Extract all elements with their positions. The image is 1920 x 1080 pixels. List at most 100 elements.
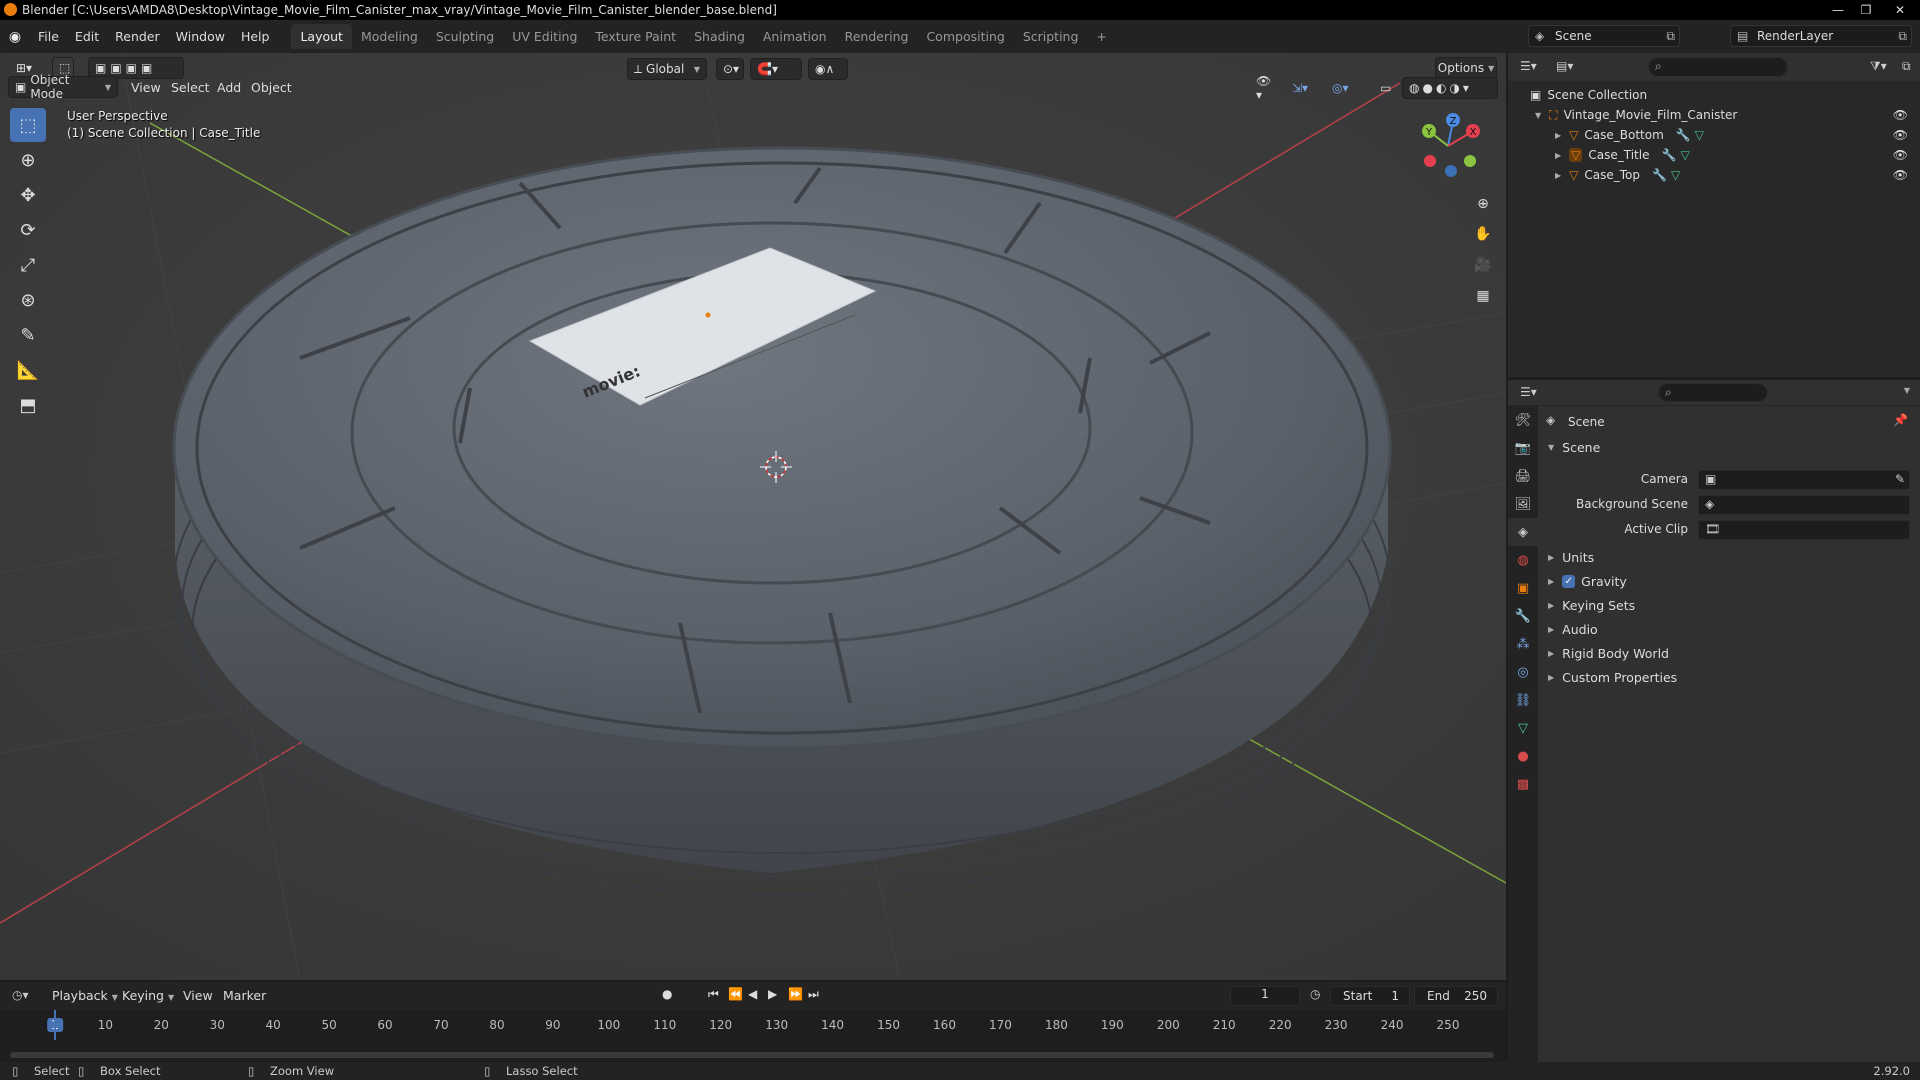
visibility-dropdown[interactable]: 👁▾	[1250, 74, 1280, 102]
keying-sets-panel-header[interactable]: ▶ Keying Sets	[1548, 598, 1635, 613]
tool-tab-icon[interactable]: 🛠	[1508, 406, 1538, 434]
timeline-scrollbar[interactable]	[10, 1052, 1494, 1058]
custom-properties-panel-header[interactable]: ▶ Custom Properties	[1548, 670, 1677, 685]
outliner-search-input[interactable]: ⌕	[1648, 57, 1788, 77]
modifier-tab-icon[interactable]: 🔧	[1508, 602, 1538, 630]
expand-arrow-icon[interactable]: ▶	[1555, 171, 1561, 180]
display-mode-icon[interactable]: ▤▾	[1556, 59, 1573, 73]
timeline-menu-keying[interactable]: Keying ▼	[122, 988, 174, 1003]
cursor-tool-icon[interactable]: ⊕	[10, 143, 46, 177]
timeline-ruler[interactable]: 1102030405060708090100110120130140150160…	[0, 1010, 1506, 1062]
camera-view-icon[interactable]: 🎥	[1470, 252, 1496, 278]
overlays-toggle[interactable]: ◎▾	[1326, 77, 1366, 99]
tab-scripting[interactable]: Scripting	[1014, 24, 1088, 49]
playhead[interactable]	[54, 1010, 56, 1040]
texture-tab-icon[interactable]: ▩	[1508, 770, 1538, 798]
minimize-button[interactable]: —	[1824, 0, 1852, 20]
tab-sculpting[interactable]: Sculpting	[427, 24, 503, 49]
view-layer-tab-icon[interactable]: 🖼	[1508, 490, 1538, 518]
expand-arrow-icon[interactable]: ▶	[1555, 131, 1561, 140]
background-scene-field[interactable]: ◈	[1698, 495, 1910, 515]
play-icon[interactable]: ▶	[768, 987, 777, 1001]
menu-help[interactable]: Help	[233, 29, 278, 44]
zoom-icon[interactable]: ⊕	[1470, 191, 1496, 217]
gizmo-toggle[interactable]: ⇲▾	[1286, 77, 1320, 99]
tab-texture-paint[interactable]: Texture Paint	[586, 24, 685, 49]
move-tool-icon[interactable]: ✥	[10, 178, 46, 212]
pivot-point-button[interactable]: ⊙▾	[716, 58, 744, 80]
world-tab-icon[interactable]: ◍	[1508, 546, 1538, 574]
stopwatch-icon[interactable]: ◷	[1310, 987, 1320, 1001]
pan-hand-icon[interactable]: ✋	[1470, 221, 1496, 247]
expand-arrow-icon[interactable]: ▶	[1555, 151, 1561, 160]
scene-tab-icon[interactable]: ◈	[1508, 518, 1538, 546]
maximize-button[interactable]: ❐	[1852, 0, 1880, 20]
timeline-editor[interactable]: ◷▾ Playback ▼ Keying ▼ View Marker ● ⏮ ⏪…	[0, 982, 1506, 1062]
menu-render[interactable]: Render	[107, 29, 168, 44]
measure-tool-icon[interactable]: 📐	[10, 353, 46, 387]
viewport-menu-add[interactable]: Add	[217, 80, 241, 95]
visibility-eye-icon[interactable]: 👁	[1893, 148, 1908, 162]
outliner-scene-collection[interactable]: ▣ Scene Collection	[1508, 85, 1920, 105]
filter-icon[interactable]: ⧩▾	[1870, 59, 1887, 74]
outliner-object-row[interactable]: ▶ ▽ Case_Top 🔧 ▽ 👁	[1508, 165, 1920, 185]
outliner-collection-row[interactable]: ▼ ⛶ Vintage_Movie_Film_Canister 👁	[1508, 105, 1920, 125]
jump-end-icon[interactable]: ⏭	[808, 987, 819, 1002]
gravity-checkbox[interactable]: ✓	[1562, 575, 1576, 588]
output-tab-icon[interactable]: 🖨	[1508, 462, 1538, 490]
tab-shading[interactable]: Shading	[685, 24, 754, 49]
outliner-object-row[interactable]: ▶ ▽ Case_Bottom 🔧 ▽ 👁	[1508, 125, 1920, 145]
snap-button[interactable]: 🧲▾	[750, 58, 802, 80]
timeline-editor-icon[interactable]: ◷▾	[12, 988, 29, 1002]
record-button-icon[interactable]: ●	[662, 987, 672, 1001]
close-button[interactable]: ✕	[1880, 0, 1920, 20]
chevron-down-icon[interactable]: ▼	[1904, 386, 1910, 395]
tab-compositing[interactable]: Compositing	[917, 24, 1013, 49]
options-dropdown[interactable]: Options ▼	[1435, 57, 1497, 79]
scale-tool-icon[interactable]: ⤢	[10, 248, 46, 282]
new-collection-icon[interactable]: ⧉	[1902, 59, 1911, 74]
tab-rendering[interactable]: Rendering	[836, 24, 918, 49]
current-frame-field[interactable]: 1	[1230, 986, 1300, 1006]
rigid-body-world-panel-header[interactable]: ▶ Rigid Body World	[1548, 646, 1669, 661]
play-reverse-icon[interactable]: ◀	[748, 987, 757, 1001]
menu-window[interactable]: Window	[168, 29, 233, 44]
scene-panel-header[interactable]: ▼ Scene	[1548, 440, 1600, 455]
visibility-eye-icon[interactable]: 👁	[1893, 168, 1908, 182]
gravity-panel-header[interactable]: ▶ ✓ Gravity	[1548, 574, 1627, 589]
data-tab-icon[interactable]: ▽	[1508, 714, 1538, 742]
renderlayer-selector[interactable]: ▤ RenderLayer ⧉	[1730, 25, 1912, 47]
scene-selector[interactable]: ◈ Scene ⧉	[1528, 25, 1680, 47]
pin-icon[interactable]: 📌	[1893, 413, 1908, 427]
menu-file[interactable]: File	[30, 29, 67, 44]
blender-menu-icon[interactable]: ◉	[0, 29, 30, 45]
tab-uv-editing[interactable]: UV Editing	[503, 24, 586, 49]
navigation-gizmo[interactable]: Z Y X	[1413, 111, 1483, 181]
perspective-grid-icon[interactable]: ▦	[1470, 283, 1496, 309]
new-renderlayer-icon[interactable]: ⧉	[1898, 29, 1907, 44]
camera-field[interactable]: ▣ ✎	[1698, 470, 1910, 490]
render-tab-icon[interactable]: 📷	[1508, 434, 1538, 462]
timeline-menu-view[interactable]: View	[183, 988, 213, 1003]
viewport-menu-select[interactable]: Select	[171, 80, 210, 95]
xray-toggle[interactable]: ▭	[1374, 77, 1396, 99]
constraints-tab-icon[interactable]: ⛓	[1508, 686, 1538, 714]
start-frame-field[interactable]: Start 1	[1330, 986, 1410, 1006]
eyedropper-icon[interactable]: ✎	[1895, 472, 1905, 486]
audio-panel-header[interactable]: ▶ Audio	[1548, 622, 1598, 637]
viewport-menu-object[interactable]: Object	[251, 80, 292, 95]
visibility-eye-icon[interactable]: 👁	[1893, 108, 1908, 122]
jump-prev-key-icon[interactable]: ⏪	[728, 987, 743, 1001]
rotate-tool-icon[interactable]: ⟳	[10, 213, 46, 247]
properties-search-input[interactable]: ⌕	[1658, 383, 1768, 402]
visibility-eye-icon[interactable]: 👁	[1893, 128, 1908, 142]
transform-tool-icon[interactable]: ⊛	[10, 283, 46, 317]
tab-layout[interactable]: Layout	[291, 24, 352, 49]
add-cube-tool-icon[interactable]: ⬒	[10, 388, 46, 422]
outliner-editor-icon[interactable]: ☰▾	[1520, 59, 1537, 73]
select-box-tool-icon[interactable]: ⬚	[10, 108, 46, 142]
end-frame-field[interactable]: End 250	[1414, 986, 1498, 1006]
transform-orientation[interactable]: ⟂ Global ▼	[627, 58, 707, 80]
new-scene-icon[interactable]: ⧉	[1666, 29, 1675, 44]
units-panel-header[interactable]: ▶ Units	[1548, 550, 1594, 565]
